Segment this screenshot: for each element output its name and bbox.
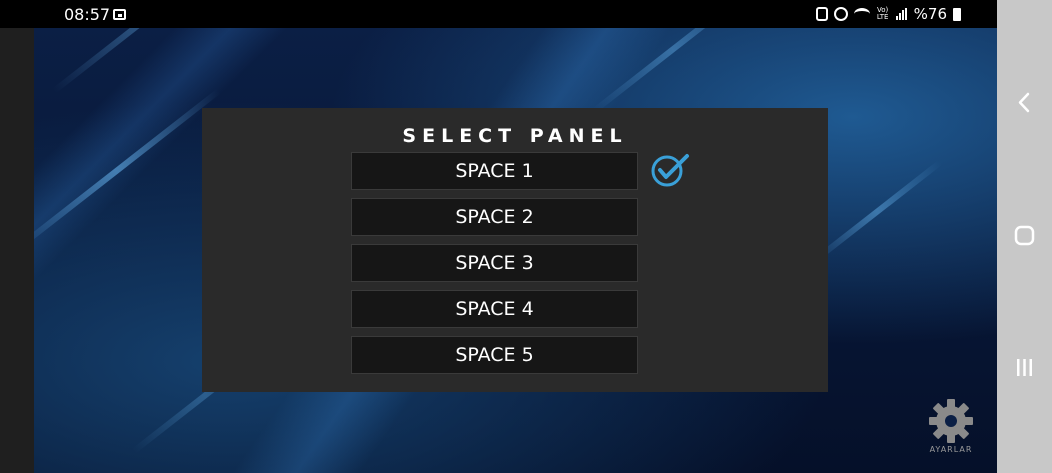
space-5-button[interactable]: SPACE 5 <box>351 336 638 374</box>
signal-icon <box>895 8 908 20</box>
gear-icon <box>929 399 973 443</box>
status-icons: Vo) LTE %76 <box>815 5 961 23</box>
back-icon[interactable] <box>1011 89 1038 116</box>
background-streak <box>52 28 230 94</box>
navigation-bar <box>997 0 1052 473</box>
settings-label: AYARLAR <box>929 445 973 454</box>
volte-icon: Vo) LTE <box>876 6 889 21</box>
battery-text: %76 <box>913 5 947 23</box>
game-background: SELECT PANEL SPACE 1 SPACE 2 SPACE 3 SPA… <box>34 28 997 473</box>
status-bar: 08:57 Vo) LTE %76 <box>0 0 997 28</box>
space-3-button[interactable]: SPACE 3 <box>351 244 638 282</box>
wifi-icon <box>853 8 870 20</box>
alarm-icon <box>833 7 848 21</box>
home-icon[interactable] <box>1011 222 1038 249</box>
space-1-button[interactable]: SPACE 1 <box>351 152 638 190</box>
background-streak <box>34 88 221 254</box>
notification-icon <box>113 9 126 20</box>
check-icon <box>651 154 689 187</box>
panel-title: SELECT PANEL <box>402 125 628 147</box>
select-panel: SELECT PANEL SPACE 1 SPACE 2 SPACE 3 SPA… <box>202 108 828 392</box>
space-2-button[interactable]: SPACE 2 <box>351 198 638 236</box>
space-4-button[interactable]: SPACE 4 <box>351 290 638 328</box>
settings-button[interactable]: AYARLAR <box>925 398 977 458</box>
background-streak <box>812 160 942 264</box>
battery-icon <box>953 7 961 21</box>
recents-icon[interactable] <box>1011 354 1038 381</box>
clock: 08:57 <box>64 5 111 24</box>
left-gutter <box>0 28 34 473</box>
lock-icon <box>815 7 828 21</box>
background-streak <box>592 28 754 114</box>
